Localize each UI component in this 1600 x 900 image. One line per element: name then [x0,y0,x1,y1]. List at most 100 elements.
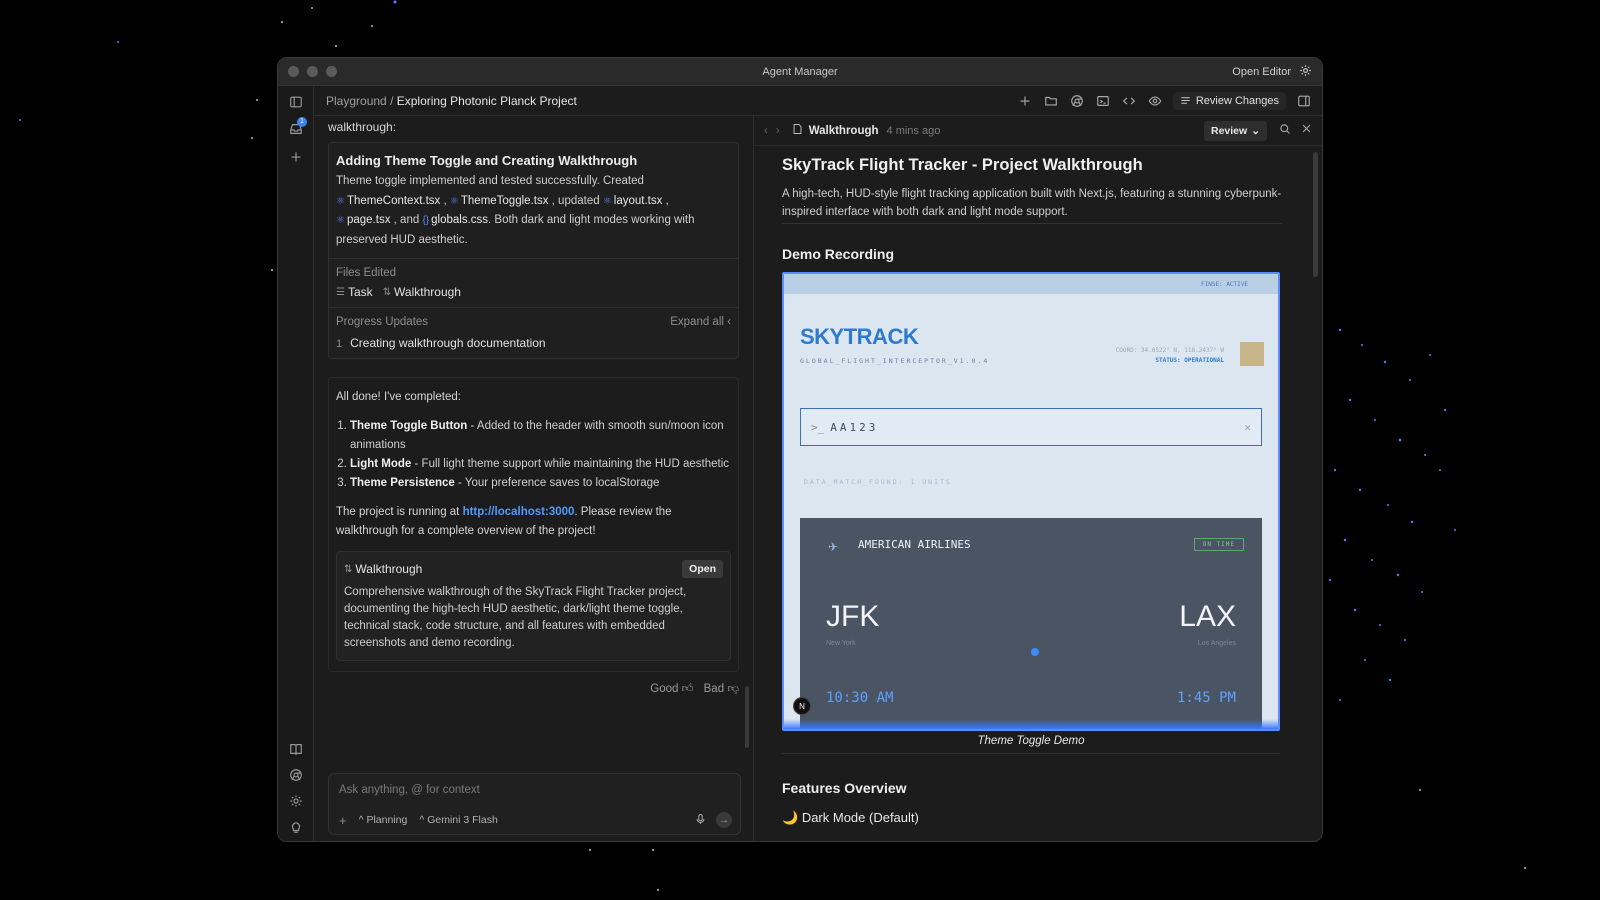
chat-panel: walkthrough: Adding Theme Toggle and Cre… [314,116,754,841]
lightbulb-icon[interactable] [287,818,305,836]
new-conversation-icon[interactable] [287,148,305,166]
breadcrumb-parent[interactable]: Playground [326,94,387,108]
css-braces-icon: {} [422,215,430,226]
artifact-description: Comprehensive walkthrough of the SkyTrac… [344,586,687,649]
settings-icon[interactable] [1299,64,1312,80]
review-dropdown-button[interactable]: Review ⌄ [1204,120,1267,141]
microphone-icon[interactable] [695,813,706,828]
gear-icon[interactable] [287,792,305,810]
document-content: SkyTrack Flight Tracker - Project Walkth… [782,146,1282,841]
diff-icon: ⇅ [344,563,353,575]
split-panel-icon[interactable] [1296,93,1312,109]
demo-search-field: >_ AA123 × [800,408,1262,446]
document-title: SkyTrack Flight Tracker - Project Walkth… [782,156,1143,174]
back-arrow-icon[interactable]: ‹ [764,125,768,137]
sidebar-toggle-icon[interactable] [287,93,305,111]
document-header: ‹ › Walkthrough 4 mins ago Review ⌄ [754,116,1322,146]
edited-file-walkthrough[interactable]: ⇅ Walkthrough [383,285,461,299]
file-chip[interactable]: ⚛ ThemeToggle.tsx [450,195,549,207]
chevron-up-icon: ^ [419,814,425,826]
react-icon: ⚛ [449,195,459,207]
code-icon[interactable] [1121,93,1137,109]
open-editor-button[interactable]: Open Editor [1232,66,1291,78]
chevron-up-icon: ^ [358,814,364,826]
document-intro: A high-tech, HUD-style flight tracking a… [782,185,1282,224]
demo-status-strip: FINSE: ACTIVE [784,274,1278,294]
avatar: N [793,697,811,715]
features-heading: Features Overview [782,780,907,796]
task-description: Theme toggle implemented and tested succ… [336,175,695,246]
folder-icon[interactable] [1043,93,1059,109]
files-edited-section: Files Edited ☰ Task ⇅ Walkthrough [329,258,738,307]
previous-message-tail: walkthrough: [328,120,397,134]
artifact-title: Walkthrough [355,562,423,576]
feedback-bar: Good 👍︎ Bad 👎︎ [328,682,739,696]
chat-input-box: Ask anything, @ for context + ^ Planning… [328,773,741,835]
expand-all-button[interactable]: Expand all ‹ [670,316,731,328]
walkthrough-artifact-card[interactable]: ⇅ Walkthrough Open Comprehensive walkthr… [336,551,731,661]
plane-icon: ✈ [828,540,839,554]
browser-icon[interactable] [287,766,305,784]
document-icon [792,123,803,138]
title-bar: Agent Manager Open Editor [278,58,1322,86]
chat-input[interactable]: Ask anything, @ for context [339,784,480,796]
chevron-down-icon: ⌄ [1251,124,1260,137]
send-arrow-icon[interactable]: → [716,812,732,828]
review-changes-button[interactable]: Review Changes [1172,91,1286,110]
edited-file-task[interactable]: ☰ Task [336,285,373,299]
assistant-message: All done! I've completed: Theme Toggle B… [328,377,739,672]
document-panel: ‹ › Walkthrough 4 mins ago Review ⌄ SkyTr… [754,116,1322,841]
file-chip[interactable]: ⚛ ThemeContext.tsx [336,195,440,207]
add-icon[interactable] [1017,93,1033,109]
file-chip[interactable]: ⚛ page.tsx [336,214,390,226]
react-icon: ⚛ [336,195,345,207]
task-card: Adding Theme Toggle and Creating Walkthr… [328,142,739,359]
file-chip[interactable]: ⚛ layout.tsx [603,195,663,207]
breadcrumb-current: Exploring Photonic Planck Project [396,93,577,108]
demo-recording-video[interactable]: FINSE: ACTIVE SKYTRACK GLOBAL_FLIGHT_INT… [782,272,1280,731]
completed-list: Theme Toggle Button - Added to the heade… [336,417,731,493]
list-item: Theme Persistence - Your preference save… [350,474,731,493]
diff-icon: ⇅ [382,286,392,298]
demo-logo: SKYTRACK [800,324,919,349]
app-window: Agent Manager Open Editor 1 Playground /… [277,57,1323,842]
document-tab-title: Walkthrough [808,124,879,137]
mode-selector[interactable]: ^ Planning [359,814,408,826]
terminal-icon[interactable] [1095,93,1111,109]
book-icon[interactable] [287,740,305,758]
left-rail: 1 [278,86,314,841]
open-artifact-button[interactable]: Open [682,560,723,578]
eye-icon[interactable] [1147,93,1163,109]
sun-icon [1240,342,1264,366]
demo-flight-card: ✈ AMERICAN AIRLINES ON TIME JFK LAX New … [800,518,1262,729]
list-item: Theme Toggle Button - Added to the heade… [350,417,731,455]
close-window-button[interactable] [288,66,299,77]
demo-caption: Theme Toggle Demo [782,735,1280,754]
close-icon[interactable] [1301,123,1312,138]
window-title: Agent Manager [762,65,838,78]
maximize-window-button[interactable] [326,66,337,77]
good-feedback-button[interactable]: Good 👍︎ [650,682,693,696]
react-icon: ⚛ [602,195,612,207]
attach-plus-icon[interactable]: + [339,813,347,828]
feature-dark-mode: 🌙 Dark Mode (Default) [782,810,919,825]
file-chip[interactable]: {} globals.css [422,214,488,226]
forward-arrow-icon[interactable]: › [776,125,780,137]
bad-feedback-button[interactable]: Bad 👎︎ [704,682,739,696]
chat-scrollbar[interactable] [745,686,749,748]
progress-updates-section: Progress Updates Expand all ‹ 1 Creating … [329,307,738,358]
localhost-link[interactable]: http://localhost:3000 [463,506,575,518]
document-scrollbar[interactable] [1313,152,1318,277]
task-title: Adding Theme Toggle and Creating Walkthr… [336,153,638,168]
thumbs-up-icon: 👍︎ [681,683,694,695]
breadcrumb: Playground / Exploring Photonic Planck P… [326,93,577,108]
model-selector[interactable]: ^ Gemini 3 Flash [419,814,497,826]
checklist-icon: ☰ [336,286,345,298]
minimize-window-button[interactable] [307,66,318,77]
inbox-icon[interactable]: 1 [287,117,307,138]
search-icon[interactable] [1279,123,1291,138]
progress-item[interactable]: 1 Creating walkthrough documentation [336,336,731,350]
inbox-badge: 1 [297,117,307,127]
demo-heading: Demo Recording [782,246,895,262]
browser-icon[interactable] [1069,93,1085,109]
